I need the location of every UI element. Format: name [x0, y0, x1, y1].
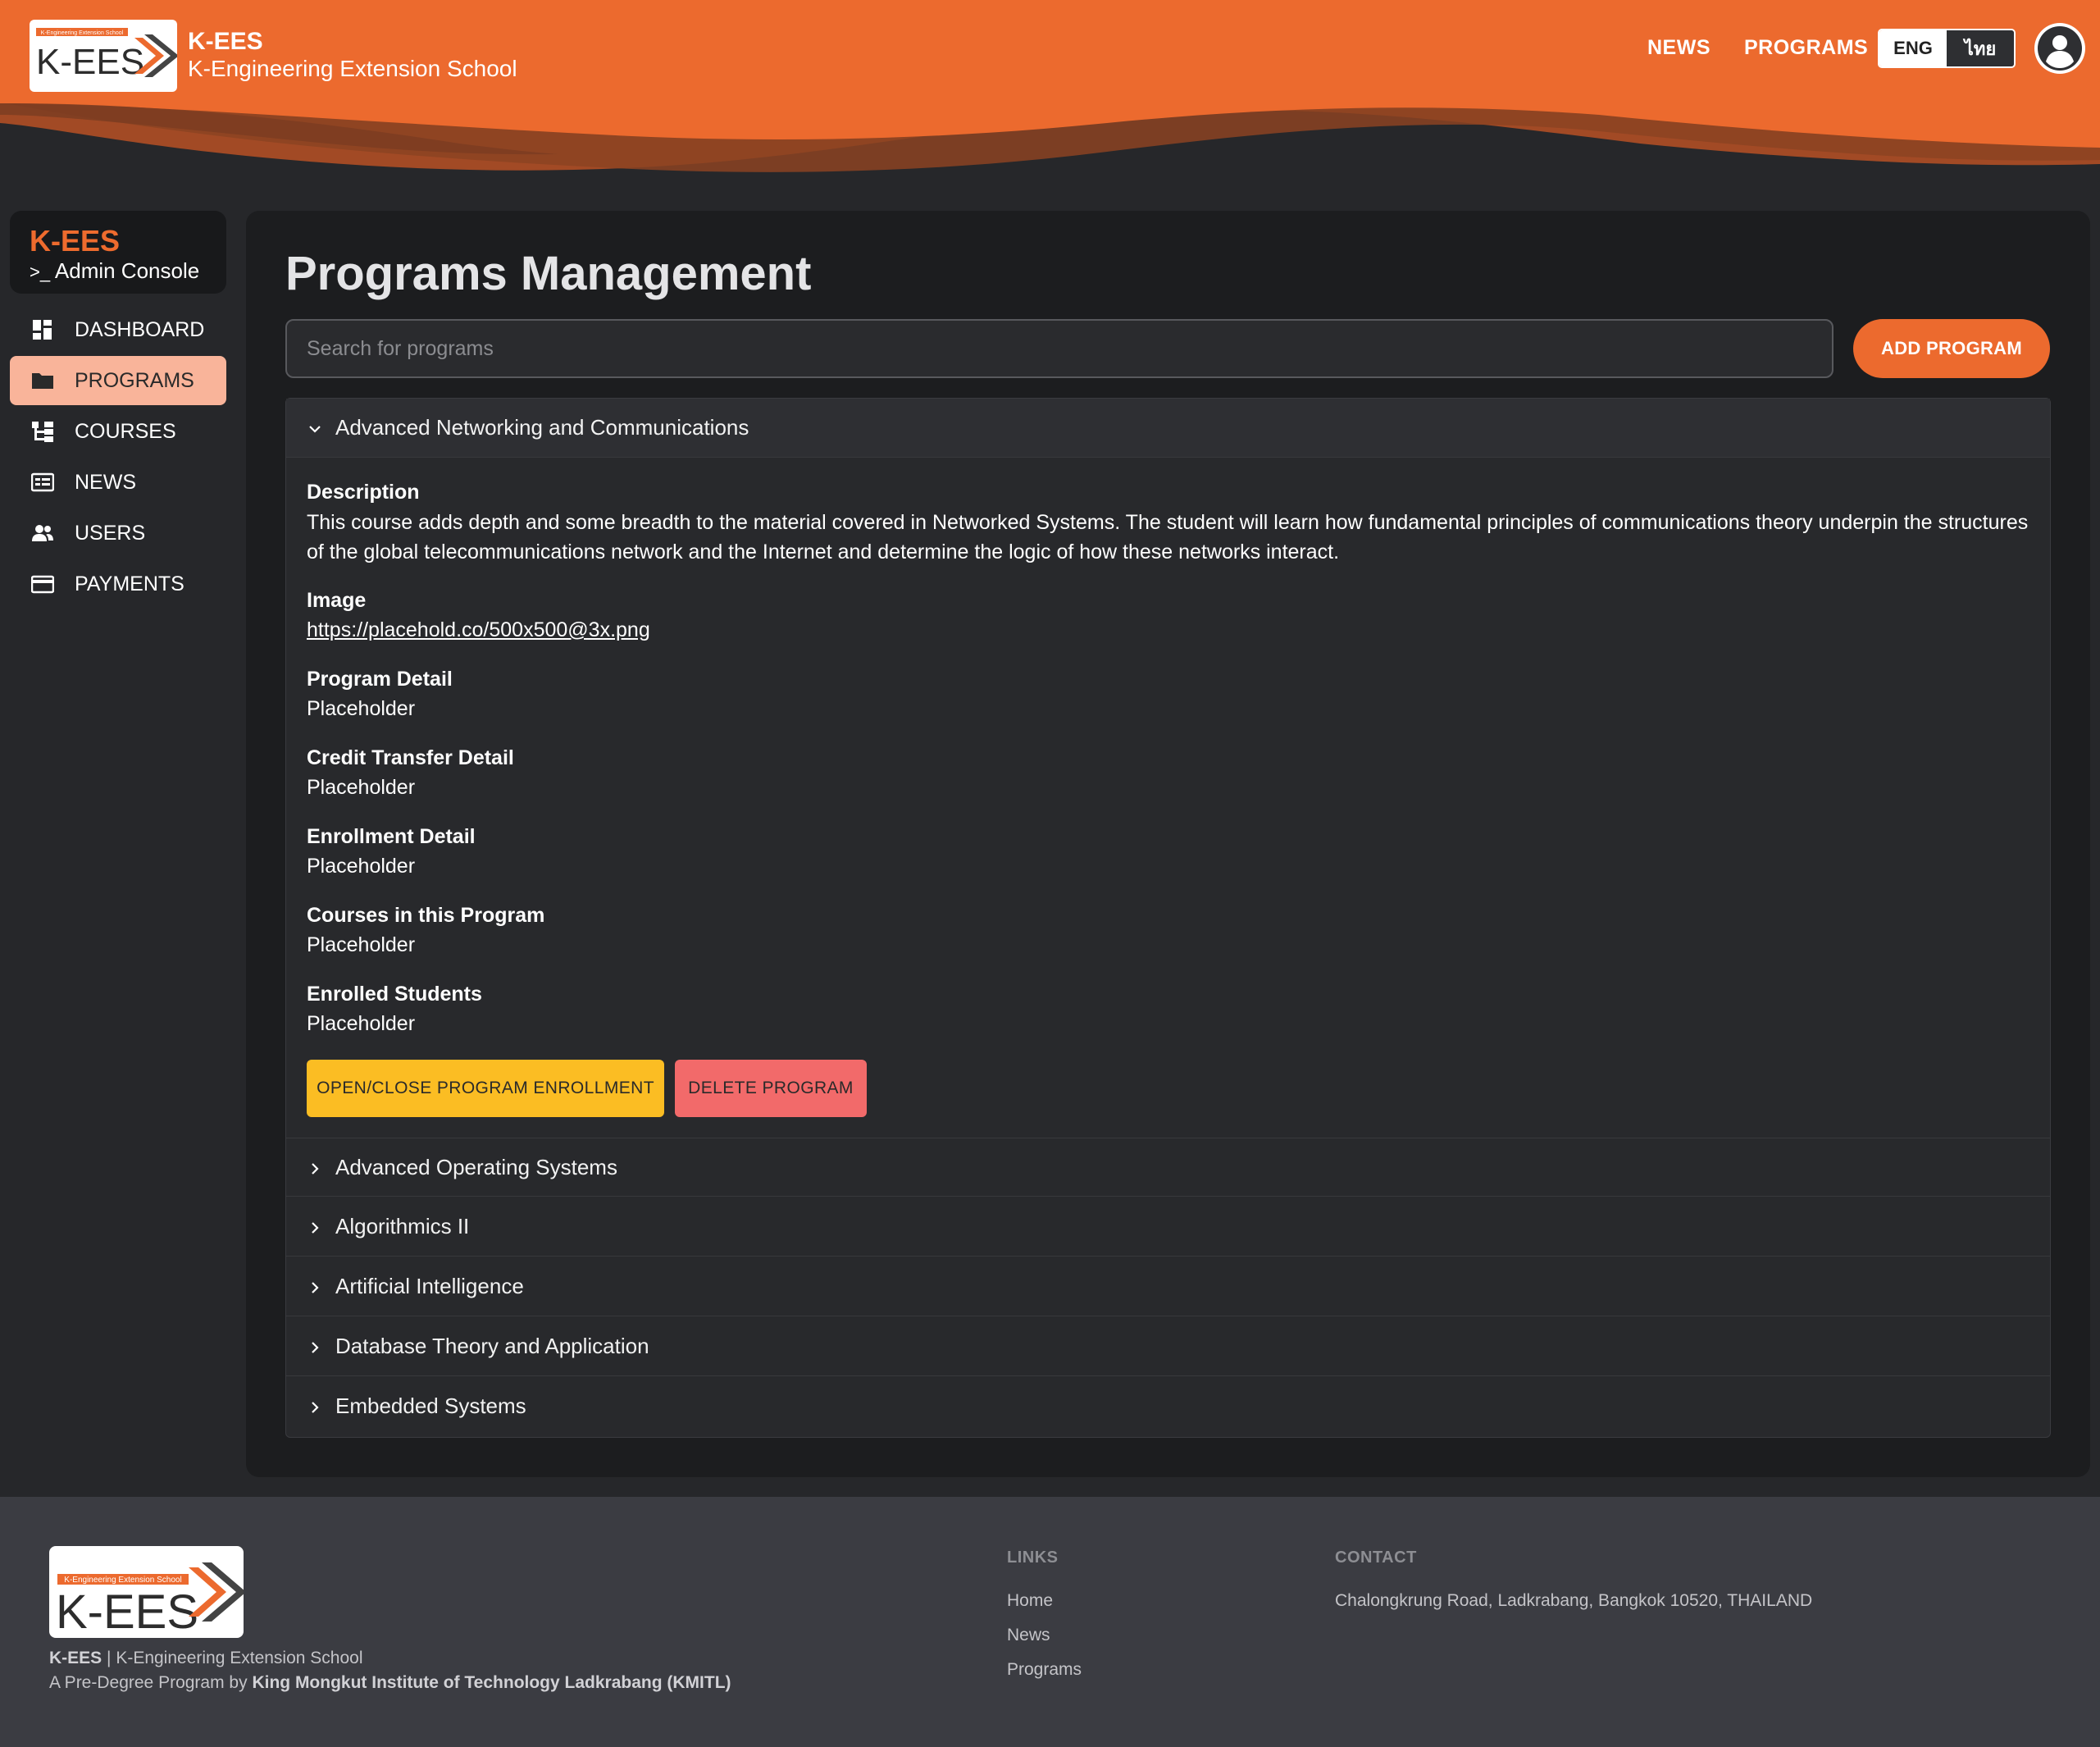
program-accordion-header-expanded[interactable]: Advanced Networking and Communications	[286, 399, 2050, 458]
program-name: Embedded Systems	[335, 1393, 526, 1418]
chevron-right-icon	[312, 1402, 319, 1413]
enrolled-students-value: Placeholder	[307, 1012, 416, 1035]
nav-programs-link[interactable]: PROGRAMS	[1744, 36, 1868, 60]
enrolled-students-label: Enrolled Students	[307, 983, 482, 1006]
console-label-text: Admin Console	[54, 258, 200, 283]
image-url-link[interactable]: https://placehold.co/500x500@3x.png	[307, 618, 650, 642]
program-accordion-header[interactable]: Advanced Operating Systems	[286, 1138, 2050, 1197]
footer-link-home[interactable]: Home	[1007, 1591, 1053, 1611]
sidebar-item-label: DASHBOARD	[75, 317, 205, 341]
image-label: Image	[307, 589, 367, 612]
brand-title: K-EES	[188, 28, 263, 55]
program-name: Algorithmics II	[335, 1214, 470, 1238]
footer-logo-tagline: K-Engineering Extension School	[64, 1576, 181, 1585]
program-name: Advanced Operating Systems	[335, 1155, 617, 1179]
program-name: Advanced Networking and Communications	[335, 415, 749, 440]
header-wave-background	[0, 0, 2100, 197]
credit-transfer-value: Placeholder	[307, 776, 416, 799]
program-accordion-header[interactable]: Artificial Intelligence	[286, 1257, 2050, 1316]
credit-transfer-label: Credit Transfer Detail	[307, 746, 514, 769]
sidebar-brand-title: K-EES	[30, 224, 121, 258]
newspaper-icon	[31, 472, 54, 492]
chevron-down-icon	[309, 426, 321, 433]
sidebar-item-users[interactable]: USERS	[10, 509, 226, 558]
toggle-enrollment-button[interactable]: OPEN/CLOSE PROGRAM ENROLLMENT	[307, 1060, 664, 1117]
footer-links-heading: LINKS	[1007, 1549, 1059, 1567]
credit-card-icon	[31, 575, 54, 594]
footer-predegree: A Pre-Degree Program by	[49, 1673, 248, 1692]
search-input[interactable]	[285, 319, 1834, 378]
program-name: Database Theory and Application	[335, 1334, 649, 1358]
language-toggle: ENG ไทย	[1878, 29, 2016, 68]
footer-address: Chalongkrung Road, Ladkrabang, Bangkok 1…	[1335, 1591, 1813, 1610]
footer-brand-line: K-EES | K-Engineering Extension School	[49, 1649, 363, 1667]
description-text: This course adds depth and some breadth …	[307, 511, 2029, 563]
folder-icon	[32, 373, 53, 389]
courses-in-program-value: Placeholder	[307, 933, 416, 956]
sidebar-item-payments[interactable]: PAYMENTS	[10, 559, 226, 609]
site-footer: K-Engineering Extension School K-EES K-E…	[0, 1497, 2100, 1747]
terminal-icon: >_	[30, 262, 51, 282]
lang-thai-button[interactable]: ไทย	[1947, 30, 2014, 66]
footer-institute: King Mongkut Institute of Technology Lad…	[252, 1673, 731, 1692]
sidebar-item-courses[interactable]: COURSES	[10, 407, 226, 456]
logo-text: K-EES	[36, 42, 144, 82]
site-header: K-Engineering Extension School K-EES K-E…	[0, 0, 2100, 197]
sidebar-brand-card: K-EES >_ Admin Console	[10, 211, 226, 294]
sidebar-item-news[interactable]: NEWS	[10, 458, 226, 507]
sidebar-item-label: NEWS	[75, 470, 136, 494]
page-title: Programs Management	[285, 247, 812, 300]
program-detail-label: Program Detail	[307, 668, 453, 691]
programs-accordion: Advanced Networking and Communications D…	[285, 398, 2051, 1438]
description-label: Description	[307, 481, 420, 504]
sidebar-item-label: COURSES	[75, 419, 176, 443]
delete-program-button[interactable]: DELETE PROGRAM	[675, 1060, 867, 1117]
footer-link-news[interactable]: News	[1007, 1626, 1050, 1645]
program-accordion-header[interactable]: Database Theory and Application	[286, 1317, 2050, 1376]
chevron-right-icon	[312, 1222, 319, 1234]
sidebar-console-label: >_ Admin Console	[30, 258, 199, 284]
sidebar-item-label: USERS	[75, 521, 146, 545]
footer-brand-full: K-Engineering Extension School	[116, 1649, 363, 1667]
header-logo[interactable]: K-Engineering Extension School K-EES	[30, 20, 177, 92]
lang-eng-button[interactable]: ENG	[1879, 30, 1947, 66]
sidebar-item-label: PAYMENTS	[75, 572, 184, 595]
sidebar-item-label: PROGRAMS	[75, 368, 194, 392]
sidebar-item-dashboard[interactable]: DASHBOARD	[10, 305, 226, 354]
chevron-right-icon	[312, 1342, 319, 1353]
enrollment-detail-value: Placeholder	[307, 855, 416, 878]
footer-logo-text: K-EES	[56, 1585, 198, 1638]
dashboard-icon	[33, 320, 52, 340]
add-program-button[interactable]: ADD PROGRAM	[1853, 319, 2050, 378]
program-accordion-header[interactable]: Algorithmics II	[286, 1197, 2050, 1257]
hierarchy-icon	[32, 422, 53, 442]
courses-in-program-label: Courses in this Program	[307, 904, 545, 927]
program-accordion-header[interactable]: Embedded Systems	[286, 1377, 2050, 1436]
brand-subtitle: K-Engineering Extension School	[188, 56, 517, 81]
users-icon	[32, 525, 53, 541]
chevron-right-icon	[312, 1163, 319, 1175]
logo-tagline: K-Engineering Extension School	[41, 30, 124, 36]
footer-contact-heading: CONTACT	[1335, 1549, 1417, 1567]
enrollment-detail-label: Enrollment Detail	[307, 825, 476, 848]
program-detail-value: Placeholder	[307, 697, 416, 720]
sidebar-item-programs[interactable]: PROGRAMS	[10, 356, 226, 405]
footer-logo: K-Engineering Extension School K-EES	[49, 1546, 244, 1638]
footer-link-programs[interactable]: Programs	[1007, 1660, 1082, 1680]
nav-news-link[interactable]: NEWS	[1647, 36, 1711, 60]
footer-brand: K-EES	[49, 1649, 102, 1667]
user-avatar-icon[interactable]	[2034, 23, 2085, 74]
program-name: Artificial Intelligence	[335, 1274, 524, 1298]
footer-institute-line: A Pre-Degree Program by King Mongkut Ins…	[49, 1673, 731, 1693]
chevron-right-icon	[312, 1282, 319, 1293]
